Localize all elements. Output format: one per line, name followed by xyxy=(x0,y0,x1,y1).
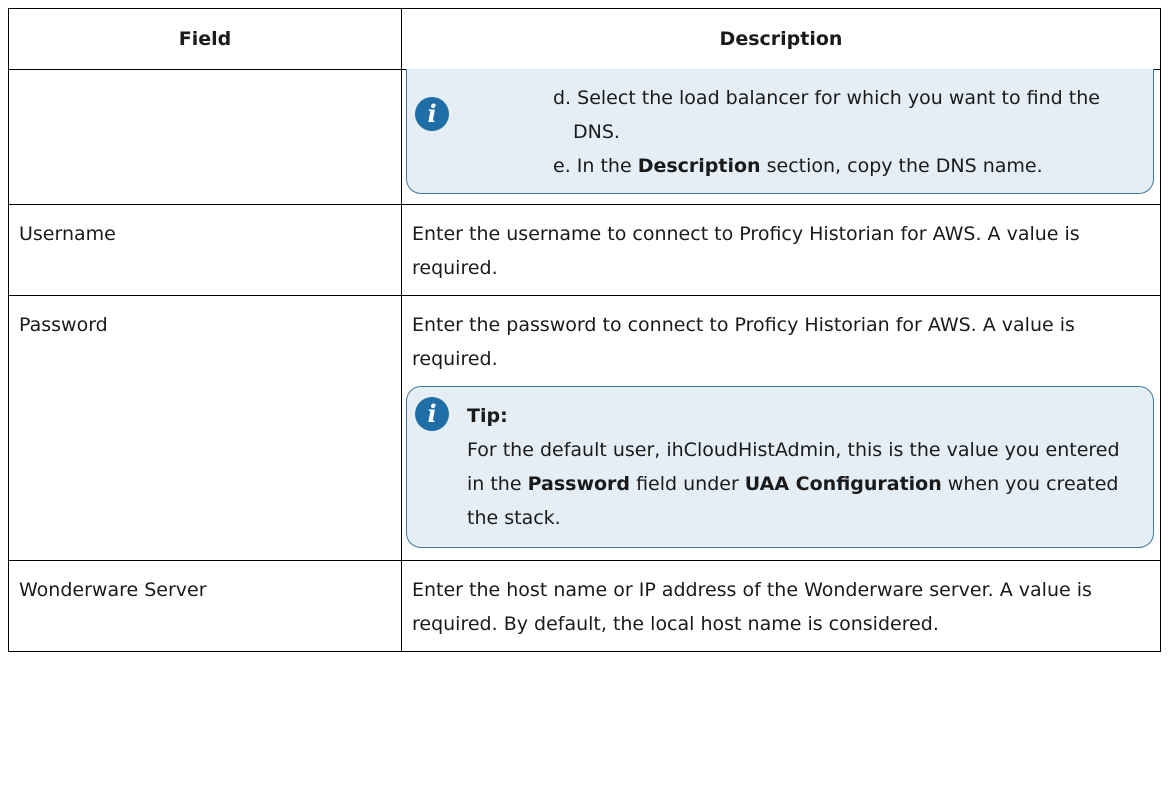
field-description-table: Field Description i d. Select the load b… xyxy=(8,8,1161,652)
description-cell: Enter the username to connect to Proficy… xyxy=(401,204,1161,296)
field-cell: Wonderware Server xyxy=(8,560,402,652)
field-cell: Password xyxy=(8,295,402,561)
tip-bold-text: Password xyxy=(527,473,631,495)
tip-title: Tip: xyxy=(467,405,508,427)
field-cell: Username xyxy=(8,204,402,296)
table-row: Username Enter the username to connect t… xyxy=(8,204,1161,296)
step-marker: e. xyxy=(553,155,571,177)
step-text: section, copy the DNS name. xyxy=(760,155,1043,177)
table-row: Wonderware Server Enter the host name or… xyxy=(8,560,1161,652)
step-text: Select the load balancer for which you w… xyxy=(573,87,1100,143)
table-header-row: Field Description xyxy=(8,8,1161,70)
column-header-description: Description xyxy=(401,8,1161,70)
step-item-d: d. Select the load balancer for which yo… xyxy=(553,81,1139,149)
step-item-e: e. In the Description section, copy the … xyxy=(553,149,1139,183)
description-text: Enter the password to connect to Proficy… xyxy=(412,314,1075,370)
tip-body: Tip: For the default user, ihCloudHistAd… xyxy=(421,401,1139,535)
column-header-field: Field xyxy=(8,8,402,70)
description-cell: Enter the host name or IP address of the… xyxy=(401,560,1161,652)
info-icon: i xyxy=(415,97,449,131)
step-bold-text: Description xyxy=(637,155,761,177)
tip-text: field under xyxy=(630,473,745,495)
tip-callout: i Tip: For the default user, ihCloudHist… xyxy=(406,386,1154,548)
field-cell xyxy=(8,69,402,205)
step-list: d. Select the load balancer for which yo… xyxy=(421,81,1139,183)
step-text: In the xyxy=(576,155,638,177)
description-cell: i d. Select the load balancer for which … xyxy=(401,69,1161,205)
info-icon: i xyxy=(415,397,449,431)
tip-bold-text: UAA Configu­ration xyxy=(744,473,942,495)
description-cell: Enter the password to connect to Proficy… xyxy=(401,295,1161,561)
note-callout: i d. Select the load balancer for which … xyxy=(406,69,1154,194)
table-row: i d. Select the load balancer for which … xyxy=(8,69,1161,205)
table-row: Password Enter the password to connect t… xyxy=(8,295,1161,561)
step-marker: d. xyxy=(553,87,572,109)
